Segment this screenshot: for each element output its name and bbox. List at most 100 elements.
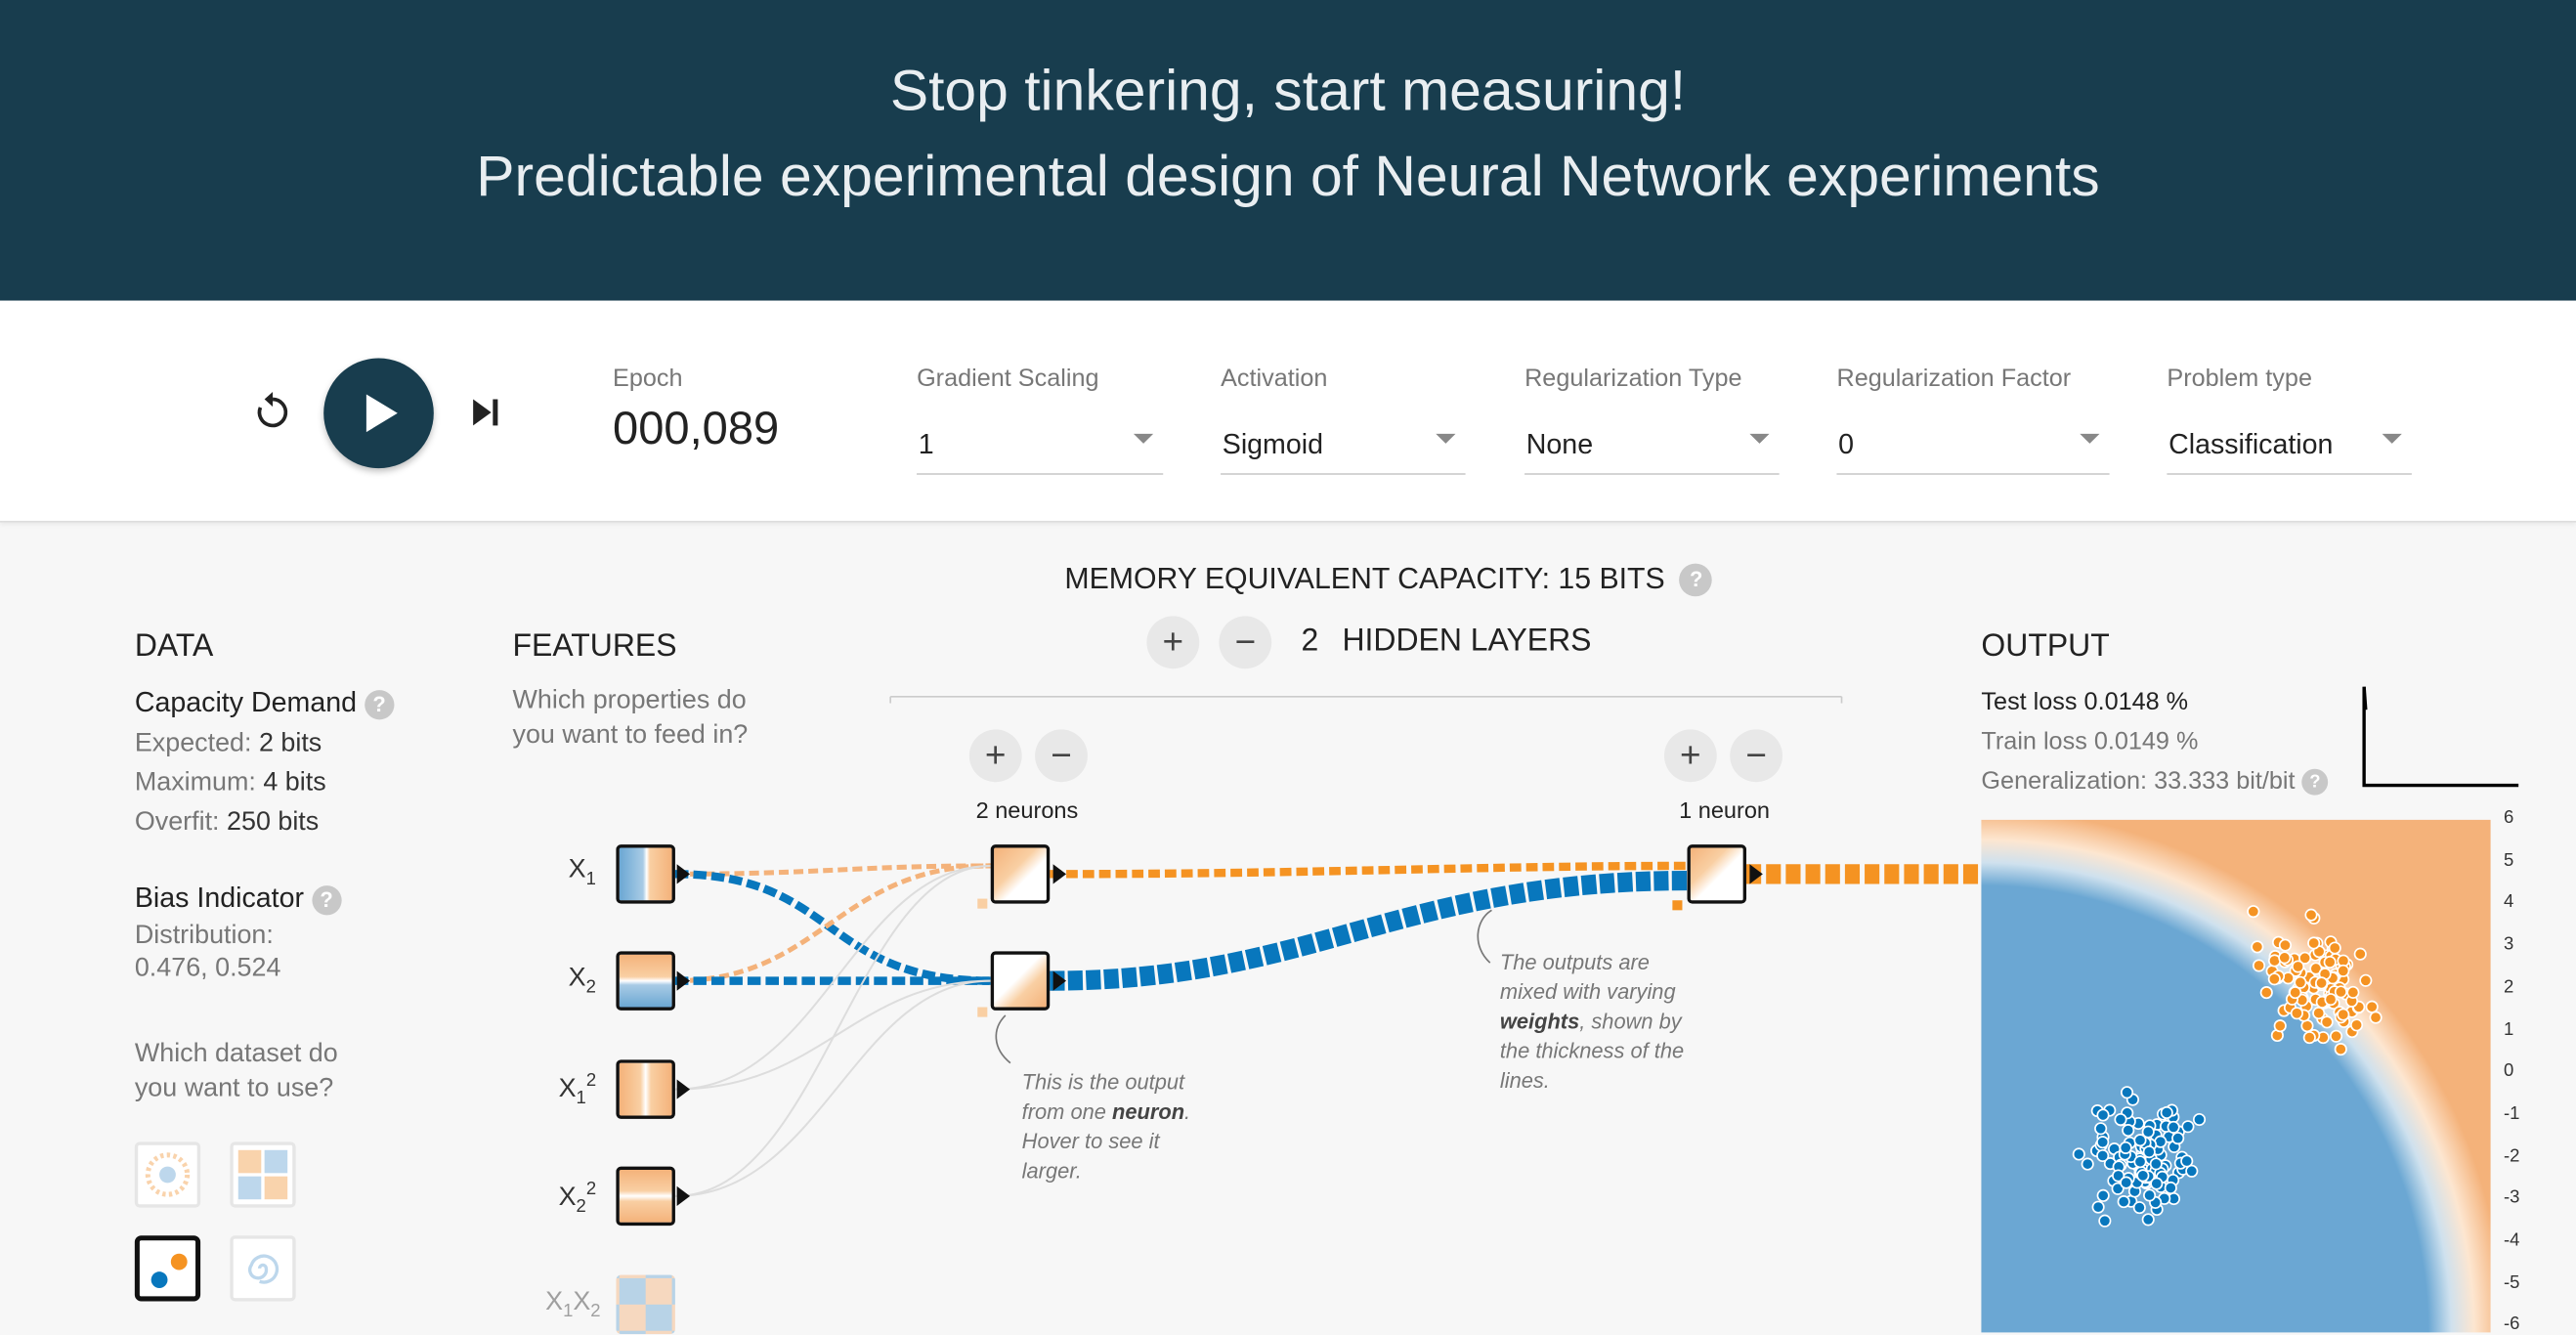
- link-x2-n1[interactable]: [674, 863, 991, 984]
- neuron-layer1-1[interactable]: [990, 844, 1051, 904]
- plus-icon: +: [984, 734, 1007, 776]
- gradient-scaling-label: Gradient Scaling: [917, 365, 1099, 393]
- capacity-heading: MEMORY EQUIVALENT CAPACITY: 15 BITS ?: [1064, 562, 1713, 597]
- feature-x1-squared[interactable]: [616, 1059, 675, 1119]
- data-point: [2369, 1011, 2383, 1024]
- plus-icon: +: [1680, 734, 1701, 776]
- feature-x2[interactable]: [616, 951, 675, 1011]
- feature-sub: 2: [590, 1301, 601, 1321]
- annotation-bold: neuron: [1111, 1098, 1185, 1124]
- data-point: [2337, 964, 2350, 977]
- train-loss-label: Train loss: [1981, 727, 2087, 756]
- test-loss-value: 0.0148 %: [2083, 688, 2189, 716]
- help-icon[interactable]: ?: [311, 884, 342, 915]
- reset-button[interactable]: [250, 389, 296, 435]
- data-point: [2091, 1200, 2105, 1214]
- feature-x1x2[interactable]: [616, 1274, 675, 1335]
- data-point: [2120, 1176, 2133, 1189]
- regularization-type-select[interactable]: None: [1524, 409, 1780, 475]
- neuron-layer1-2[interactable]: [990, 951, 1051, 1011]
- data-point: [2132, 1201, 2146, 1215]
- hidden-layers-count: 2: [1301, 624, 1319, 660]
- y-axis-tick: 0: [2504, 1061, 2514, 1082]
- gradient-scaling-select[interactable]: 1: [917, 409, 1164, 475]
- data-point: [2350, 1018, 2364, 1032]
- feature-x1[interactable]: [616, 844, 675, 904]
- remove-neuron-layer1-button[interactable]: −: [1035, 729, 1088, 783]
- hidden-layers-label: HIDDEN LAYERS: [1342, 624, 1592, 660]
- data-point: [2133, 1134, 2147, 1147]
- add-neuron-layer2-button[interactable]: +: [1663, 729, 1717, 783]
- feature-x2-squared[interactable]: [616, 1166, 675, 1227]
- data-point: [2278, 951, 2292, 965]
- link-x1-n1[interactable]: [674, 863, 991, 877]
- data-point: [2290, 1007, 2303, 1020]
- data-point: [2150, 1177, 2164, 1190]
- feature-label-x1-squared: X12: [559, 1071, 597, 1108]
- y-axis-tick: -1: [2504, 1103, 2520, 1124]
- problem-type-label: Problem type: [2167, 365, 2312, 393]
- dataset-spiral[interactable]: [230, 1235, 296, 1302]
- feature-sup: 2: [585, 1180, 597, 1200]
- link-x1-n2[interactable]: [674, 870, 991, 985]
- neuron-layer2-1[interactable]: [1687, 844, 1747, 904]
- data-point: [2353, 947, 2367, 961]
- data-point: [2096, 1188, 2110, 1202]
- regularization-factor-select[interactable]: 0: [1836, 409, 2110, 475]
- y-axis-tick: -3: [2504, 1187, 2520, 1209]
- y-axis-tick: -2: [2504, 1145, 2520, 1166]
- link-x1sq-n2[interactable]: [674, 979, 991, 1091]
- data-point: [2096, 1148, 2110, 1163]
- feature-label-x1: X1: [569, 856, 596, 889]
- chevron-down-icon: [2080, 433, 2100, 444]
- help-icon[interactable]: ?: [2301, 768, 2329, 796]
- data-point: [2334, 985, 2347, 999]
- data-point: [2136, 1169, 2150, 1183]
- remove-layer-button[interactable]: −: [1219, 616, 1272, 669]
- spiral-dataset-icon: [248, 1254, 279, 1284]
- data-point: [2328, 941, 2341, 955]
- add-neuron-layer1-button[interactable]: +: [968, 729, 1022, 783]
- remove-neuron-layer2-button[interactable]: −: [1730, 729, 1783, 783]
- activation-value: Sigmoid: [1222, 428, 1324, 460]
- feature-base: X: [568, 964, 586, 993]
- link-x2sq-n1[interactable]: [674, 864, 991, 1197]
- overfit-row: Overfit: 250 bits: [135, 808, 319, 838]
- annotation-neuron-output: This is the output from one neuron. Hove…: [1022, 1068, 1203, 1186]
- data-point: [2133, 1155, 2147, 1169]
- output-scatter: [2072, 905, 2383, 1227]
- features-question: Which properties do you want to feed in?: [512, 686, 749, 750]
- dataset-gaussian[interactable]: [134, 1235, 201, 1302]
- generalization-label: Generalization:: [1981, 767, 2148, 796]
- feature-base: X: [558, 1183, 577, 1212]
- dataset-xor[interactable]: [230, 1141, 296, 1208]
- problem-type-value: Classification: [2168, 428, 2334, 460]
- expected-row: Expected: 2 bits: [135, 729, 322, 758]
- step-forward-button[interactable]: [466, 393, 505, 432]
- dataset-question: Which dataset do you want to use?: [134, 1040, 338, 1103]
- help-icon[interactable]: ?: [364, 689, 395, 719]
- feature-sub: 2: [585, 977, 596, 998]
- data-point: [2149, 1157, 2163, 1171]
- play-icon: [365, 394, 398, 433]
- link-x2sq-n2[interactable]: [674, 979, 991, 1197]
- overfit-label: Overfit:: [134, 808, 220, 837]
- train-loss-row: Train loss 0.0149 %: [1981, 728, 2198, 756]
- add-layer-button[interactable]: +: [1146, 616, 1200, 669]
- data-point: [2320, 1015, 2334, 1029]
- data-point: [2324, 993, 2338, 1007]
- output-plot[interactable]: [1981, 819, 2491, 1333]
- link-n1-out[interactable]: [1050, 861, 1688, 879]
- activation-select[interactable]: Sigmoid: [1221, 409, 1466, 475]
- reset-icon: [257, 391, 288, 428]
- problem-type-select[interactable]: Classification: [2167, 409, 2412, 475]
- bias-indicator-label: Bias Indicator: [134, 882, 305, 914]
- help-icon[interactable]: ?: [1679, 564, 1713, 597]
- data-point: [2143, 1188, 2157, 1202]
- maximum-row: Maximum: 4 bits: [135, 769, 326, 798]
- play-button[interactable]: [323, 358, 434, 469]
- regularization-type-value: None: [1525, 428, 1594, 460]
- feature-label-x1x2: X1X2: [545, 1288, 600, 1321]
- feature-label-x2-squared: X22: [559, 1180, 597, 1217]
- dataset-circle[interactable]: [134, 1141, 201, 1208]
